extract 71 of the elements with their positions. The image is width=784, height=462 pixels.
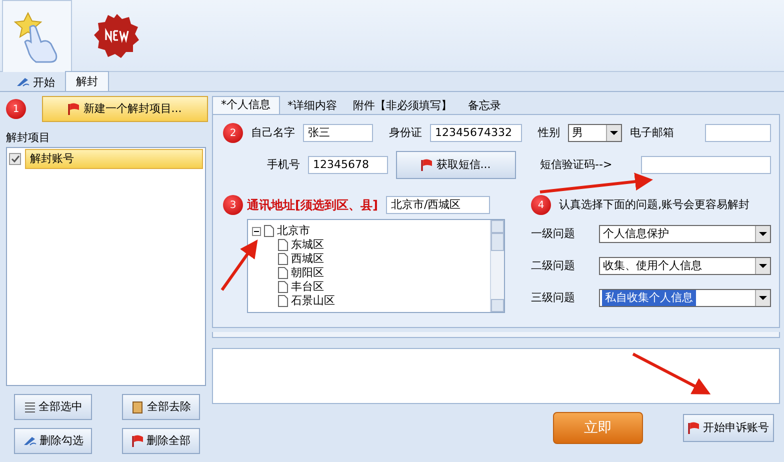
tab[interactable]: *详细内容 [280, 98, 345, 114]
document-icon [264, 225, 274, 237]
field-label: 三级问题 [531, 290, 576, 306]
new-project-button[interactable]: 新建一个解封项目... [42, 96, 208, 122]
hint-text: 认真选择下面的问题,账号会更容易解封 [559, 196, 750, 213]
dropdown[interactable]: 男 [568, 124, 622, 142]
tree-item[interactable]: 石景山区 [291, 292, 335, 310]
checkbox[interactable] [9, 152, 21, 165]
tree-item[interactable]: 东城区 [291, 236, 324, 254]
caret-icon [610, 131, 618, 135]
tab[interactable]: 解封 [65, 71, 109, 91]
ribbon-tool-button[interactable] [2, 0, 72, 72]
get-sms-button[interactable]: 获取短信... [396, 151, 516, 179]
flag-icon [132, 434, 144, 448]
start-button[interactable]: 开始申诉账号 [683, 414, 774, 442]
toolbar-button[interactable]: 全部选中 [14, 394, 92, 420]
eraser-icon [131, 400, 144, 414]
new-badge-icon [93, 13, 141, 59]
field-label: 电子邮箱 [630, 124, 674, 141]
tree-item[interactable]: 西城区 [291, 250, 324, 268]
annotation-arrow [220, 240, 258, 291]
toolbar-button[interactable]: 全部去除 [122, 394, 200, 420]
step-number: 2 [223, 123, 243, 143]
caret-icon [759, 296, 767, 300]
document-icon [278, 281, 288, 293]
address-label: 通讯地址[须选到区、县] [247, 197, 378, 214]
input-field[interactable]: 张三 [303, 124, 373, 142]
input-field[interactable] [641, 156, 771, 174]
step-number: 4 [531, 195, 551, 215]
dropdown[interactable]: 收集、使用个人信息 [599, 257, 771, 275]
document-icon [278, 253, 288, 265]
flag-icon [688, 422, 700, 434]
field-label: 二级问题 [531, 258, 576, 274]
document-icon [278, 267, 288, 279]
tab[interactable]: *个人信息 [212, 96, 280, 114]
field-label: 手机号 [267, 156, 300, 173]
tree-item[interactable]: 朝阳区 [291, 264, 324, 282]
toolbar-button[interactable]: 删除勾选 [14, 428, 92, 454]
list-item[interactable]: 解封账号 [25, 148, 203, 169]
step-number: 1 [6, 99, 26, 119]
tab[interactable]: 开始 [6, 73, 65, 91]
flag-icon [421, 158, 434, 172]
tree-item[interactable]: 丰台区 [291, 278, 324, 296]
list-icon [24, 401, 36, 413]
field-label: 短信验证码--> [540, 156, 612, 173]
input-field[interactable] [705, 124, 771, 142]
input-field[interactable]: 12345674332 [430, 124, 522, 142]
input-field[interactable]: 12345678 [308, 156, 388, 174]
document-icon [278, 239, 288, 251]
caret-icon [759, 232, 767, 236]
toolbar-button[interactable]: 删除全部 [122, 428, 200, 454]
caret-icon [759, 264, 767, 268]
field-label: 性别 [538, 124, 560, 141]
tree-item[interactable]: 北京市 [277, 222, 310, 240]
dropdown[interactable]: 个人信息保护 [599, 225, 771, 243]
document-icon [278, 295, 288, 307]
step-number: 3 [223, 195, 243, 215]
group-label: 解封项目 [6, 130, 51, 146]
expander-icon[interactable] [252, 226, 261, 236]
message-area[interactable] [212, 348, 780, 404]
field-label: 一级问题 [531, 226, 576, 242]
pen-icon [16, 77, 30, 87]
scrollbar[interactable] [490, 220, 504, 312]
field-label: 身份证 [389, 124, 422, 141]
field-label: 自己名字 [251, 124, 295, 141]
tab[interactable]: 备忘录 [460, 98, 509, 114]
tab[interactable]: 附件【非必须填写】 [345, 98, 460, 114]
pen-icon [22, 436, 36, 446]
flag-icon [68, 102, 80, 116]
input-field[interactable]: 北京市/西城区 [386, 196, 490, 214]
dropdown[interactable]: 私自收集个人信息 [599, 289, 771, 307]
